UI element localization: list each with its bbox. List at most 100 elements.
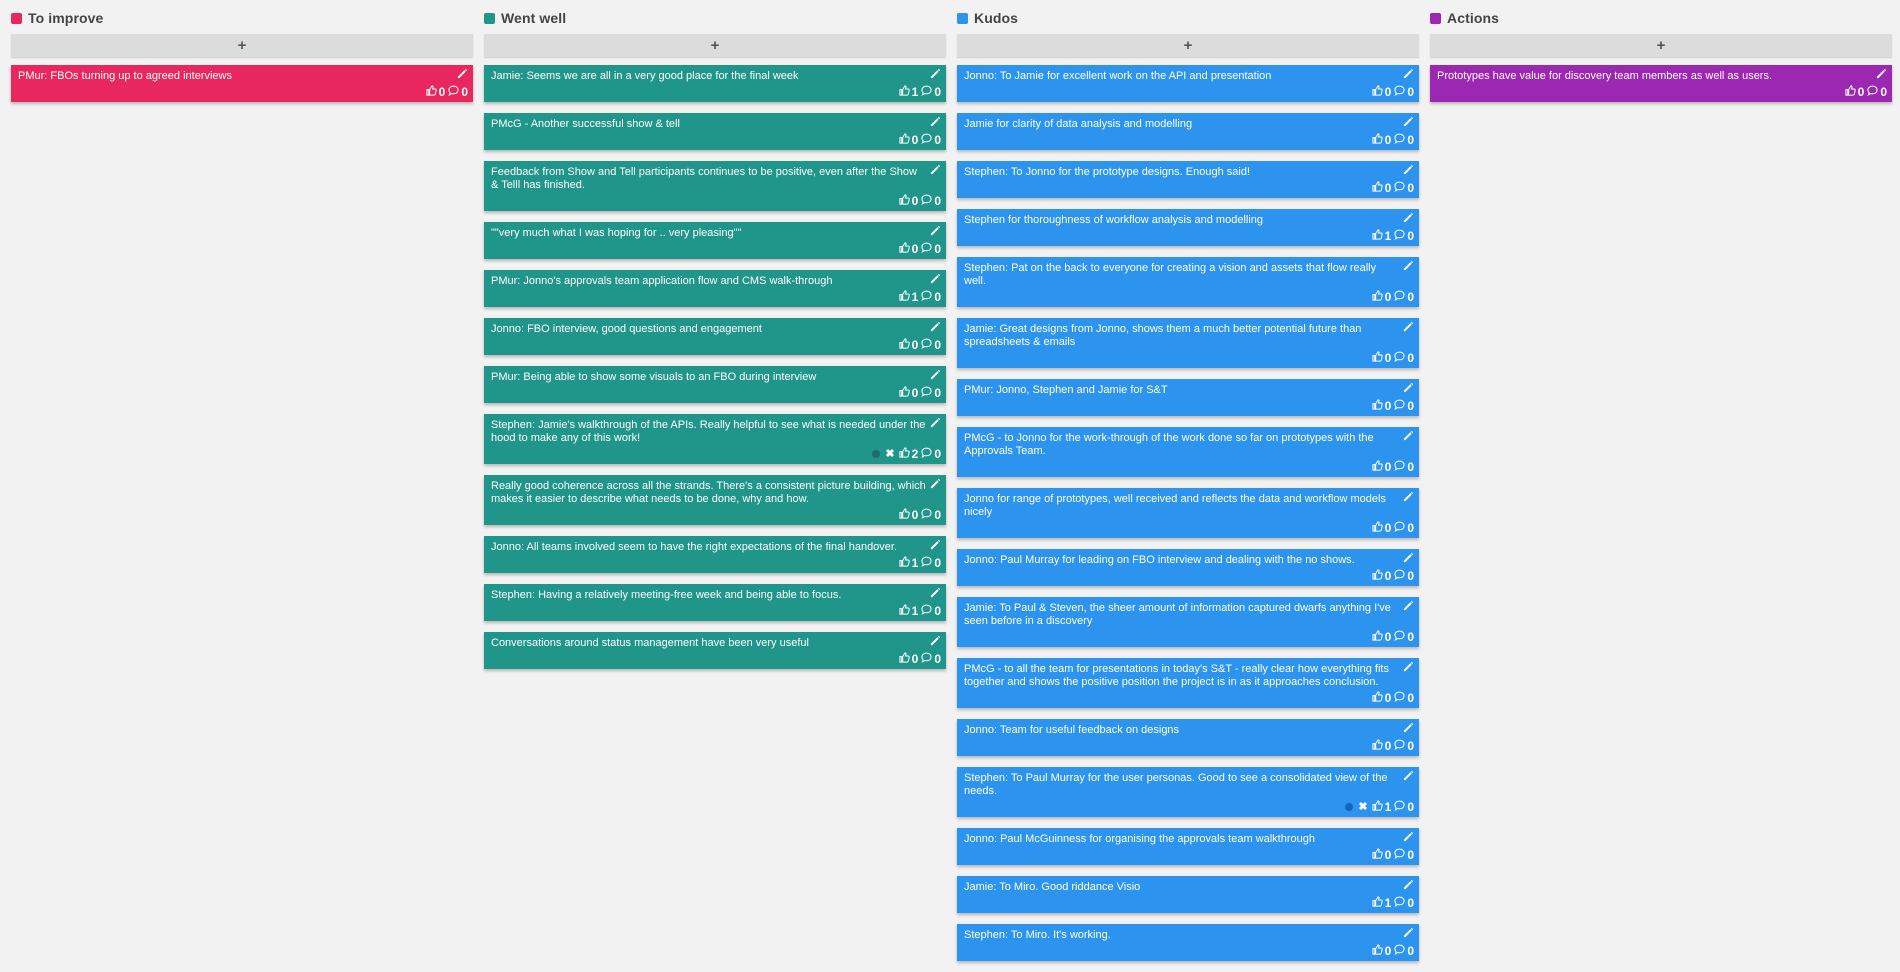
thumbs-up-icon[interactable]: [899, 289, 912, 304]
card[interactable]: PMcG - to Jonno for the work-through of …: [957, 427, 1419, 477]
card[interactable]: Stephen for thoroughness of workflow ana…: [957, 209, 1419, 246]
comment-icon[interactable]: [921, 556, 934, 570]
comment-icon[interactable]: [1394, 630, 1407, 644]
comment-icon[interactable]: [921, 604, 934, 618]
card[interactable]: Stephen: To Miro. It's working. 0 0: [957, 924, 1419, 961]
thumbs-up-icon[interactable]: [899, 555, 912, 570]
comment-icon[interactable]: [921, 85, 934, 99]
thumbs-up-icon[interactable]: [1372, 847, 1385, 862]
thumbs-up-icon[interactable]: [899, 446, 912, 461]
comment-icon[interactable]: [921, 386, 934, 400]
comment-icon[interactable]: [921, 508, 934, 522]
comment-icon[interactable]: [921, 447, 934, 461]
thumbs-up-icon[interactable]: [899, 651, 912, 666]
pencil-icon[interactable]: [1403, 491, 1414, 502]
thumbs-up-icon[interactable]: [1372, 132, 1385, 147]
card[interactable]: PMur: Jonno, Stephen and Jamie for S&T 0 0: [957, 379, 1419, 416]
pencil-icon[interactable]: [1403, 722, 1414, 733]
pencil-icon[interactable]: [930, 369, 941, 380]
pencil-icon[interactable]: [1403, 260, 1414, 271]
pencil-icon[interactable]: [1403, 68, 1414, 79]
thumbs-up-icon[interactable]: [899, 84, 912, 99]
comment-icon[interactable]: [921, 290, 934, 304]
pencil-icon[interactable]: [930, 417, 941, 428]
card[interactable]: Jonno: Paul McGuinness for organising th…: [957, 828, 1419, 865]
pencil-icon[interactable]: [1403, 116, 1414, 127]
thumbs-up-icon[interactable]: [426, 84, 439, 99]
card[interactable]: PMur: FBOs turning up to agreed intervie…: [11, 65, 473, 102]
comment-icon[interactable]: [1394, 739, 1407, 753]
card[interactable]: Jonno: All teams involved seem to have t…: [484, 536, 946, 573]
card[interactable]: Jamie: Seems we are all in a very good p…: [484, 65, 946, 102]
comment-icon[interactable]: [921, 194, 934, 208]
pencil-icon[interactable]: [930, 321, 941, 332]
card[interactable]: Stephen: Pat on the back to everyone for…: [957, 257, 1419, 307]
thumbs-up-icon[interactable]: [1845, 84, 1858, 99]
card[interactable]: Jamie: To Miro. Good riddance Visio 1 0: [957, 876, 1419, 913]
add-card-button[interactable]: +: [957, 34, 1419, 57]
add-card-button[interactable]: +: [1430, 34, 1892, 57]
pencil-icon[interactable]: [930, 68, 941, 79]
comment-icon[interactable]: [1394, 133, 1407, 147]
thumbs-up-icon[interactable]: [1372, 459, 1385, 474]
comment-icon[interactable]: [921, 242, 934, 256]
card[interactable]: Jonno for range of prototypes, well rece…: [957, 488, 1419, 538]
card[interactable]: Stephen: Jamie's walkthrough of the APIs…: [484, 414, 946, 464]
add-card-button[interactable]: +: [11, 34, 473, 57]
pencil-icon[interactable]: [1403, 770, 1414, 781]
pencil-icon[interactable]: [930, 164, 941, 175]
pencil-icon[interactable]: [930, 635, 941, 646]
thumbs-up-icon[interactable]: [899, 603, 912, 618]
thumbs-up-icon[interactable]: [1372, 350, 1385, 365]
pencil-icon[interactable]: [930, 539, 941, 550]
thumbs-up-icon[interactable]: [899, 193, 912, 208]
thumbs-up-icon[interactable]: [1372, 799, 1385, 814]
pencil-icon[interactable]: [930, 116, 941, 127]
card[interactable]: PMur: Being able to show some visuals to…: [484, 366, 946, 403]
card[interactable]: Stephen: To Jonno for the prototype desi…: [957, 161, 1419, 198]
comment-icon[interactable]: [921, 652, 934, 666]
card[interactable]: Really good coherence across all the str…: [484, 475, 946, 525]
status-dot[interactable]: [1345, 802, 1354, 811]
pencil-icon[interactable]: [1876, 68, 1887, 79]
pencil-icon[interactable]: [457, 68, 468, 79]
comment-icon[interactable]: [1394, 848, 1407, 862]
thumbs-up-icon[interactable]: [899, 337, 912, 352]
comment-icon[interactable]: [448, 85, 461, 99]
thumbs-up-icon[interactable]: [1372, 568, 1385, 583]
card[interactable]: Jamie for clarity of data analysis and m…: [957, 113, 1419, 150]
comment-icon[interactable]: [1394, 181, 1407, 195]
comment-icon[interactable]: [1394, 351, 1407, 365]
pencil-icon[interactable]: [1403, 661, 1414, 672]
add-card-button[interactable]: +: [484, 34, 946, 57]
close-icon[interactable]: ✖: [885, 447, 894, 460]
thumbs-up-icon[interactable]: [1372, 629, 1385, 644]
thumbs-up-icon[interactable]: [1372, 895, 1385, 910]
comment-icon[interactable]: [921, 338, 934, 352]
pencil-icon[interactable]: [1403, 552, 1414, 563]
pencil-icon[interactable]: [1403, 164, 1414, 175]
thumbs-up-icon[interactable]: [1372, 398, 1385, 413]
card[interactable]: Jamie: Great designs from Jonno, shows t…: [957, 318, 1419, 368]
card[interactable]: PMcG - to all the team for presentations…: [957, 658, 1419, 708]
close-icon[interactable]: ✖: [1358, 800, 1367, 813]
card[interactable]: Jonno: Paul Murray for leading on FBO in…: [957, 549, 1419, 586]
thumbs-up-icon[interactable]: [1372, 690, 1385, 705]
thumbs-up-icon[interactable]: [1372, 180, 1385, 195]
card[interactable]: Jamie: To Paul & Steven, the sheer amoun…: [957, 597, 1419, 647]
pencil-icon[interactable]: [1403, 321, 1414, 332]
card[interactable]: ""very much what I was hoping for .. ver…: [484, 222, 946, 259]
comment-icon[interactable]: [1394, 691, 1407, 705]
comment-icon[interactable]: [1394, 896, 1407, 910]
comment-icon[interactable]: [1394, 521, 1407, 535]
pencil-icon[interactable]: [1403, 430, 1414, 441]
thumbs-up-icon[interactable]: [1372, 84, 1385, 99]
card[interactable]: Stephen: To Paul Murray for the user per…: [957, 767, 1419, 817]
card[interactable]: Jonno: FBO interview, good questions and…: [484, 318, 946, 355]
pencil-icon[interactable]: [930, 225, 941, 236]
card[interactable]: Jonno: To Jamie for excellent work on th…: [957, 65, 1419, 102]
comment-icon[interactable]: [1394, 399, 1407, 413]
thumbs-up-icon[interactable]: [899, 241, 912, 256]
thumbs-up-icon[interactable]: [899, 507, 912, 522]
card[interactable]: Jonno: Team for useful feedback on desig…: [957, 719, 1419, 756]
